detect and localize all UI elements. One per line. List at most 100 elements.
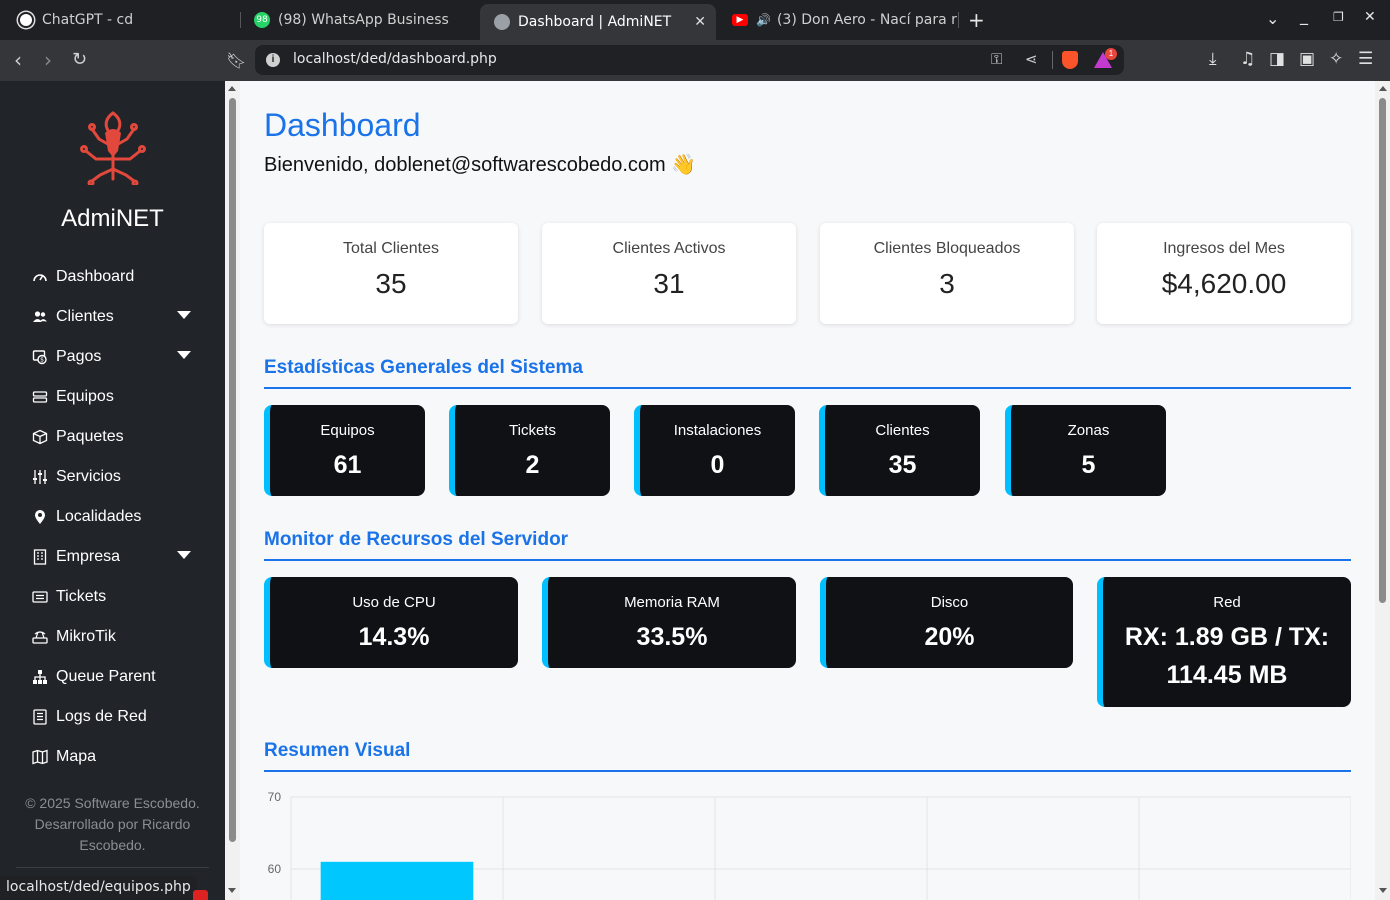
chart-bar-equipos[interactable]: [320, 861, 474, 900]
scroll-up-icon[interactable]: [228, 86, 236, 91]
caret-down-icon[interactable]: [177, 551, 191, 559]
tab-dashboard-adminet[interactable]: Dashboard | AdmiNET ✕: [480, 4, 716, 40]
restore-icon[interactable]: ❐: [1333, 10, 1344, 24]
wallet-icon[interactable]: ▣: [1299, 49, 1315, 69]
url-text[interactable]: localhost/ded/dashboard.php: [293, 51, 497, 67]
general-card-zonas[interactable]: Zonas 5: [1005, 405, 1166, 496]
general-card-equipos[interactable]: Equipos 61: [264, 405, 425, 496]
globe-icon: [494, 14, 510, 30]
close-window-icon[interactable]: ✕: [1364, 9, 1376, 25]
caret-down-icon[interactable]: [177, 311, 191, 319]
adminet-logo-icon: [80, 111, 146, 185]
sidebar-item-localidades[interactable]: Localidades: [0, 497, 225, 537]
card-label: Clientes: [875, 422, 930, 439]
new-tab-button[interactable]: +: [968, 8, 985, 32]
stat-card-total-clientes: Total Clientes 35: [264, 223, 518, 324]
minimize-icon[interactable]: _: [1300, 6, 1308, 25]
download-icon[interactable]: ⤓: [1209, 49, 1217, 69]
footer-line: Desarrollado por Ricardo: [34, 816, 191, 832]
tab-separator: [958, 12, 959, 28]
tab-label: ChatGPT - cd: [42, 12, 134, 28]
sidebar-item-servicios[interactable]: Servicios: [0, 457, 225, 497]
tab-chatgpt[interactable]: ChatGPT - cd: [4, 4, 234, 36]
sidebar-item-tickets[interactable]: Tickets: [0, 577, 225, 617]
card-value: 33.5%: [636, 623, 708, 651]
site-info-icon[interactable]: i: [266, 53, 280, 67]
card-label: Equipos: [320, 422, 375, 439]
card-label: Memoria RAM: [624, 594, 720, 611]
stat-value: 31: [653, 268, 685, 299]
reload-icon[interactable]: ↻: [72, 50, 87, 70]
sidebar-item-pagos[interactable]: $ Pagos: [0, 337, 225, 377]
monitor-card-cpu: Uso de CPU 14.3%: [264, 577, 518, 668]
card-label: Red: [1213, 594, 1241, 611]
location-pin-icon: [32, 509, 48, 525]
building-icon: [32, 549, 48, 565]
sidebar-item-label: Pagos: [56, 348, 102, 365]
log-icon: [32, 709, 48, 725]
server-icon: [32, 389, 48, 405]
status-indicator: [193, 890, 208, 900]
scroll-up-icon[interactable]: [1379, 86, 1387, 91]
sidebar-item-empresa[interactable]: Empresa: [0, 537, 225, 577]
router-icon: [32, 629, 48, 645]
tab-youtube[interactable]: ▶ 🔊 (3) Don Aero - Nací para r: [718, 4, 958, 36]
card-label: Zonas: [1067, 422, 1110, 439]
page-title: Dashboard: [264, 107, 421, 143]
sidebar-item-paquetes[interactable]: Paquetes: [0, 417, 225, 457]
card-value: 14.3%: [358, 623, 430, 651]
scroll-down-icon[interactable]: [228, 888, 236, 893]
general-card-clientes[interactable]: Clientes 35: [819, 405, 980, 496]
card-value: RX: 1.89 GB / TX: 114.45 MB: [1124, 623, 1330, 689]
sidebar-item-equipos[interactable]: Equipos: [0, 377, 225, 417]
section-title-visual: Resumen Visual: [264, 740, 411, 761]
bookmark-icon[interactable]: 🔖︎: [226, 51, 246, 71]
sidebar-scrollbar-thumb[interactable]: [229, 98, 236, 842]
sidebar-item-label: Clientes: [56, 308, 114, 325]
box-icon: [32, 429, 48, 445]
general-card-tickets[interactable]: Tickets 2: [449, 405, 610, 496]
money-icon: $: [32, 349, 48, 365]
stat-label: Ingresos del Mes: [1163, 240, 1285, 257]
sidebar-item-label: Tickets: [56, 588, 107, 605]
sidebar-item-mapa[interactable]: Mapa: [0, 737, 225, 777]
divider: [1052, 51, 1053, 69]
scroll-down-icon[interactable]: [1379, 888, 1387, 893]
tab-label: (3) Don Aero - Nací para r: [776, 12, 957, 28]
card-label: Tickets: [509, 422, 556, 439]
caret-down-icon[interactable]: [177, 351, 191, 359]
menu-icon[interactable]: ☰: [1358, 49, 1373, 69]
sidebar-item-label: Mapa: [56, 748, 97, 765]
leo-ai-icon[interactable]: ✧: [1329, 49, 1343, 69]
tab-list-chevron-icon[interactable]: ⌄: [1266, 9, 1279, 28]
sidebar-item-logs-de-red[interactable]: Logs de Red: [0, 697, 225, 737]
tab-label: Dashboard | AdmiNET: [518, 14, 672, 30]
key-icon[interactable]: ⚿: [991, 50, 1002, 68]
sidebar-item-mikrotik[interactable]: MikroTik: [0, 617, 225, 657]
general-card-instalaciones[interactable]: Instalaciones 0: [634, 405, 795, 496]
sidebar-item-label: Equipos: [56, 388, 114, 405]
sidebar-item-dashboard[interactable]: Dashboard: [0, 257, 225, 297]
card-value: 20%: [924, 623, 975, 651]
summary-bar-chart: 70 60: [268, 790, 1351, 900]
footer-line: © 2025 Software Escobedo.: [25, 795, 200, 811]
forward-icon[interactable]: ›: [44, 50, 52, 70]
card-label: Uso de CPU: [352, 594, 436, 611]
sidebar-toggle-icon[interactable]: ◨: [1269, 49, 1285, 69]
back-icon[interactable]: ‹: [14, 50, 22, 70]
brand-name: AdmiNET: [61, 205, 164, 232]
sidebar-item-queue-parent[interactable]: Queue Parent: [0, 657, 225, 697]
brave-shield-icon[interactable]: [1062, 51, 1078, 69]
sidebar-item-clientes[interactable]: Clientes: [0, 297, 225, 337]
address-bar[interactable]: i localhost/ded/dashboard.php ⚿ ⋖ 1: [255, 45, 1124, 75]
card-label: Disco: [930, 594, 969, 611]
close-tab-icon[interactable]: ✕: [694, 14, 706, 30]
media-icon[interactable]: ♫: [1240, 49, 1255, 69]
share-icon[interactable]: ⋖: [1025, 50, 1038, 68]
monitor-card-ram: Memoria RAM 33.5%: [542, 577, 796, 668]
speaker-icon[interactable]: 🔊: [756, 13, 771, 27]
main-scrollbar-thumb[interactable]: [1379, 98, 1386, 603]
section-title-general: Estadísticas Generales del Sistema: [264, 357, 583, 378]
tab-whatsapp[interactable]: 98 (98) WhatsApp Business: [240, 4, 476, 36]
stat-label: Clientes Bloqueados: [873, 240, 1021, 257]
